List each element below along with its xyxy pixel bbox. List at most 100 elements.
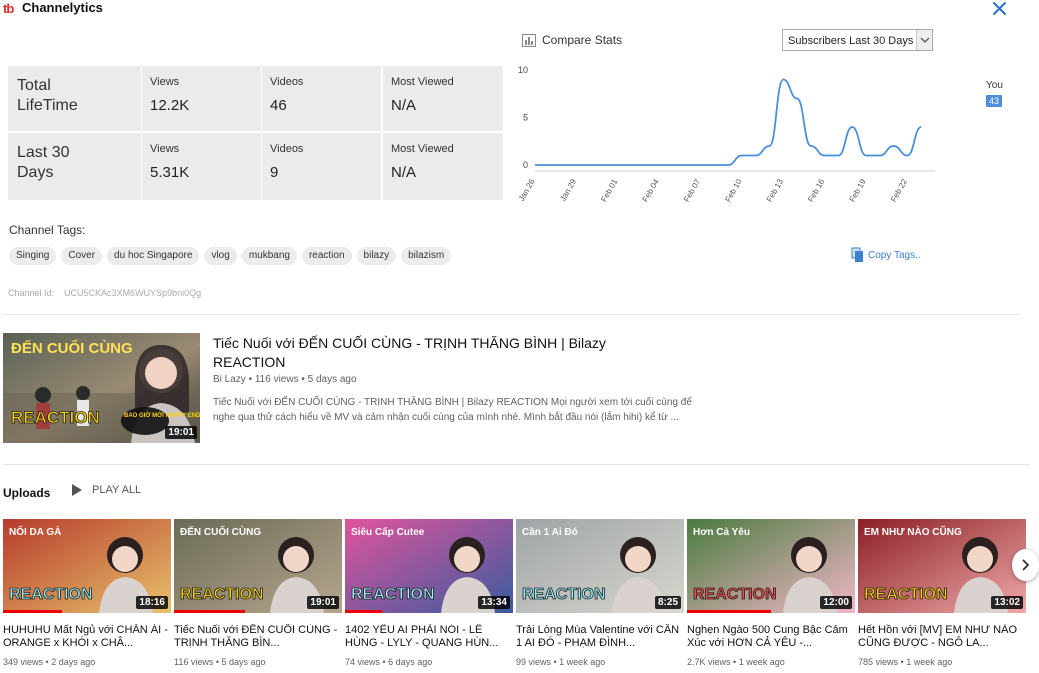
duration-badge: 19:01 bbox=[307, 596, 339, 609]
featured-video-thumbnail[interactable]: ĐẾN CUỐI CÙNG REACTION BAO GIỜ MỚI HAPPY… bbox=[3, 333, 200, 443]
play-icon bbox=[72, 484, 82, 496]
most-viewed-label: Most Viewed bbox=[391, 143, 454, 155]
thumbnail-caption: NỐI DA GÀ bbox=[9, 524, 61, 538]
meta-separator: • bbox=[898, 657, 907, 667]
compare-stats-title: Compare Stats bbox=[542, 33, 623, 47]
duration-badge: 12:00 bbox=[820, 596, 852, 609]
video-thumbnail[interactable]: NỐI DA GÀ REACTION 18:16 bbox=[3, 519, 171, 613]
channel-id: Channel Id: UCU5CKAc3XM6WUYSp9bni0Qg bbox=[8, 288, 201, 298]
thumbnail-caption: Cần 1 Ai Đó bbox=[522, 526, 578, 538]
featured-thumb-title: ĐẾN CUỐI CÙNG bbox=[11, 339, 133, 357]
video-meta: 2.7K views • 1 week ago bbox=[687, 657, 785, 667]
channel-tag[interactable]: vlog bbox=[204, 247, 237, 265]
video-thumbnail[interactable]: Cần 1 Ai Đó REACTION 8:25 bbox=[516, 519, 684, 613]
video-views: 99 views bbox=[516, 657, 552, 667]
x-tick-label: Feb 07 bbox=[682, 177, 703, 204]
video-views: 785 views bbox=[858, 657, 899, 667]
video-thumbnail[interactable]: EM NHƯ NÀO CŨNG REACTION 13:02 bbox=[858, 519, 1026, 613]
watch-progress-bar bbox=[174, 610, 245, 613]
watch-progress-bar bbox=[687, 610, 771, 613]
video-age: 1 week ago bbox=[738, 657, 785, 667]
lifetime-label: Total LifeTime bbox=[17, 77, 78, 114]
video-thumbnail[interactable]: Hơn Cả Yêu REACTION 12:00 bbox=[687, 519, 855, 613]
video-views: 2.7K views bbox=[687, 657, 731, 667]
x-tick-label: Feb 22 bbox=[889, 177, 910, 204]
video-age: 5 days ago bbox=[221, 657, 266, 667]
video-title[interactable]: Tiếc Nuối với ĐẾN CUỐI CÙNG - TRỊNH THĂN… bbox=[174, 624, 340, 650]
meta-separator: • bbox=[213, 657, 222, 667]
meta-separator: • bbox=[551, 657, 560, 667]
play-all-button[interactable]: PLAY ALL bbox=[72, 484, 141, 496]
copy-tags-label: Copy Tags.. bbox=[868, 249, 921, 261]
video-title[interactable]: Hết Hồn với [MV] EM NHƯ NÀO CŨNG ĐƯỢC - … bbox=[858, 624, 1024, 650]
last30-views-cell: Views 5.31K bbox=[142, 133, 261, 200]
stats-grid: Total LifeTime Views 12.2K Videos 46 Mos… bbox=[8, 66, 504, 200]
duration-badge: 18:16 bbox=[136, 596, 168, 609]
channel-tags-list: Singing Cover du hoc Singapore vlog mukbang r… bbox=[9, 247, 452, 265]
lifetime-most-viewed-value: N/A bbox=[391, 97, 417, 114]
y-tick-label: 10 bbox=[518, 65, 528, 75]
copy-icon bbox=[851, 247, 863, 262]
lifetime-views-value: 12.2K bbox=[150, 97, 190, 114]
video-title[interactable]: HUHUHU Mất Ngủ với CHĂN ÁI - ORANGE x KH… bbox=[3, 624, 169, 650]
last30-row-header: Last 30 Days bbox=[8, 133, 141, 200]
upload-video-card[interactable]: EM NHƯ NÀO CŨNG REACTION 13:02 Hết Hồn với … bbox=[858, 519, 1026, 673]
duration-badge: 8:25 bbox=[654, 596, 681, 609]
channel-tag[interactable]: mukbang bbox=[241, 247, 297, 265]
channel-tag[interactable]: Cover bbox=[61, 247, 103, 265]
x-tick-label: Feb 01 bbox=[599, 177, 620, 204]
video-title[interactable]: 1402 YÊU AI PHẢI NÓI - LÊ HÙNG - LYLY - … bbox=[345, 624, 511, 650]
y-tick-label: 5 bbox=[523, 113, 528, 123]
x-tick-label: Jan 26 bbox=[517, 177, 537, 203]
channel-tag[interactable]: reaction bbox=[301, 247, 352, 265]
upload-video-card[interactable]: Cần 1 Ai Đó REACTION 8:25 Trải Lòng Mùa Val… bbox=[516, 519, 684, 673]
lifetime-videos-value: 46 bbox=[270, 97, 287, 114]
channel-tag[interactable]: du hoc Singapore bbox=[107, 247, 200, 265]
channel-tag[interactable]: Singing bbox=[9, 247, 57, 265]
lifetime-videos-cell: Videos 46 bbox=[262, 66, 381, 131]
watch-progress-bar bbox=[3, 610, 62, 613]
lifetime-views-cell: Views 12.2K bbox=[142, 66, 261, 131]
video-thumbnail[interactable]: Siêu Cấp Cutee REACTION 13:34 bbox=[345, 519, 513, 613]
views-label: Views bbox=[150, 143, 180, 155]
last30-label: Last 30 Days bbox=[17, 144, 70, 181]
close-icon[interactable] bbox=[991, 0, 1008, 17]
uploads-title: Uploads bbox=[3, 486, 51, 500]
last30-videos-value: 9 bbox=[270, 164, 279, 181]
video-meta: 99 views • 1 week ago bbox=[516, 657, 605, 667]
upload-video-card[interactable]: ĐẾN CUỐI CÙNG REACTION 19:01 Tiếc Nuối với … bbox=[174, 519, 342, 673]
upload-video-card[interactable]: NỐI DA GÀ REACTION 18:16 HUHUHU Mất Ngủ với… bbox=[3, 519, 171, 673]
metric-select[interactable]: Subscribers Last 30 Days bbox=[782, 29, 933, 51]
videos-label: Videos bbox=[270, 76, 304, 88]
copy-tags-button[interactable]: Copy Tags.. bbox=[851, 247, 921, 263]
meta-separator: • bbox=[43, 657, 52, 667]
video-views: 74 views bbox=[345, 657, 381, 667]
video-title[interactable]: Nghẹn Ngào 500 Cung Bậc Cảm Xúc với HƠN … bbox=[687, 624, 853, 650]
duration-badge: 13:34 bbox=[478, 596, 510, 609]
thumbnail-caption: ĐẾN CUỐI CÙNG bbox=[180, 524, 261, 538]
video-age: 2 days ago bbox=[51, 657, 96, 667]
shelf-next-button[interactable] bbox=[1012, 549, 1039, 581]
video-meta: 74 views • 6 days ago bbox=[345, 657, 432, 667]
thumbnail-word: REACTION bbox=[180, 586, 264, 603]
divider bbox=[3, 464, 1030, 465]
channel-id-value: UCU5CKAc3XM6WUYSp9bni0Qg bbox=[64, 288, 202, 298]
channel-id-label: Channel Id: bbox=[8, 288, 55, 298]
video-thumbnail[interactable]: ĐẾN CUỐI CÙNG REACTION 19:01 bbox=[174, 519, 342, 613]
channel-tag[interactable]: bilazism bbox=[401, 247, 452, 265]
featured-thumb-word: REACTION bbox=[11, 408, 100, 427]
metric-select-value: Subscribers Last 30 Days bbox=[788, 35, 914, 47]
channel-tag[interactable]: bilazy bbox=[356, 247, 397, 265]
featured-thumb-caption: BAO GIỜ MỚI HAPPY ENDING ĐƯỢC VẬY??? bbox=[124, 411, 200, 419]
bar-chart-icon bbox=[522, 34, 536, 47]
videos-label: Videos bbox=[270, 143, 304, 155]
upload-video-card[interactable]: Siêu Cấp Cutee REACTION 13:34 1402 YÊU AI P… bbox=[345, 519, 513, 673]
thumbnail-word: REACTION bbox=[351, 586, 435, 603]
video-age: 6 days ago bbox=[388, 657, 433, 667]
video-views: 116 views bbox=[174, 657, 214, 667]
video-title[interactable]: Trải Lòng Mùa Valentine với CẦN 1 AI ĐÓ … bbox=[516, 624, 682, 650]
x-tick-label: Feb 13 bbox=[765, 177, 786, 204]
featured-video-title[interactable]: Tiếc Nuối với ĐẾN CUỐI CÙNG - TRỊNH THĂN… bbox=[213, 334, 633, 372]
legend-you-label: You bbox=[986, 80, 1003, 91]
upload-video-card[interactable]: Hơn Cả Yêu REACTION 12:00 Nghẹn Ngào 500 Cu… bbox=[687, 519, 855, 673]
